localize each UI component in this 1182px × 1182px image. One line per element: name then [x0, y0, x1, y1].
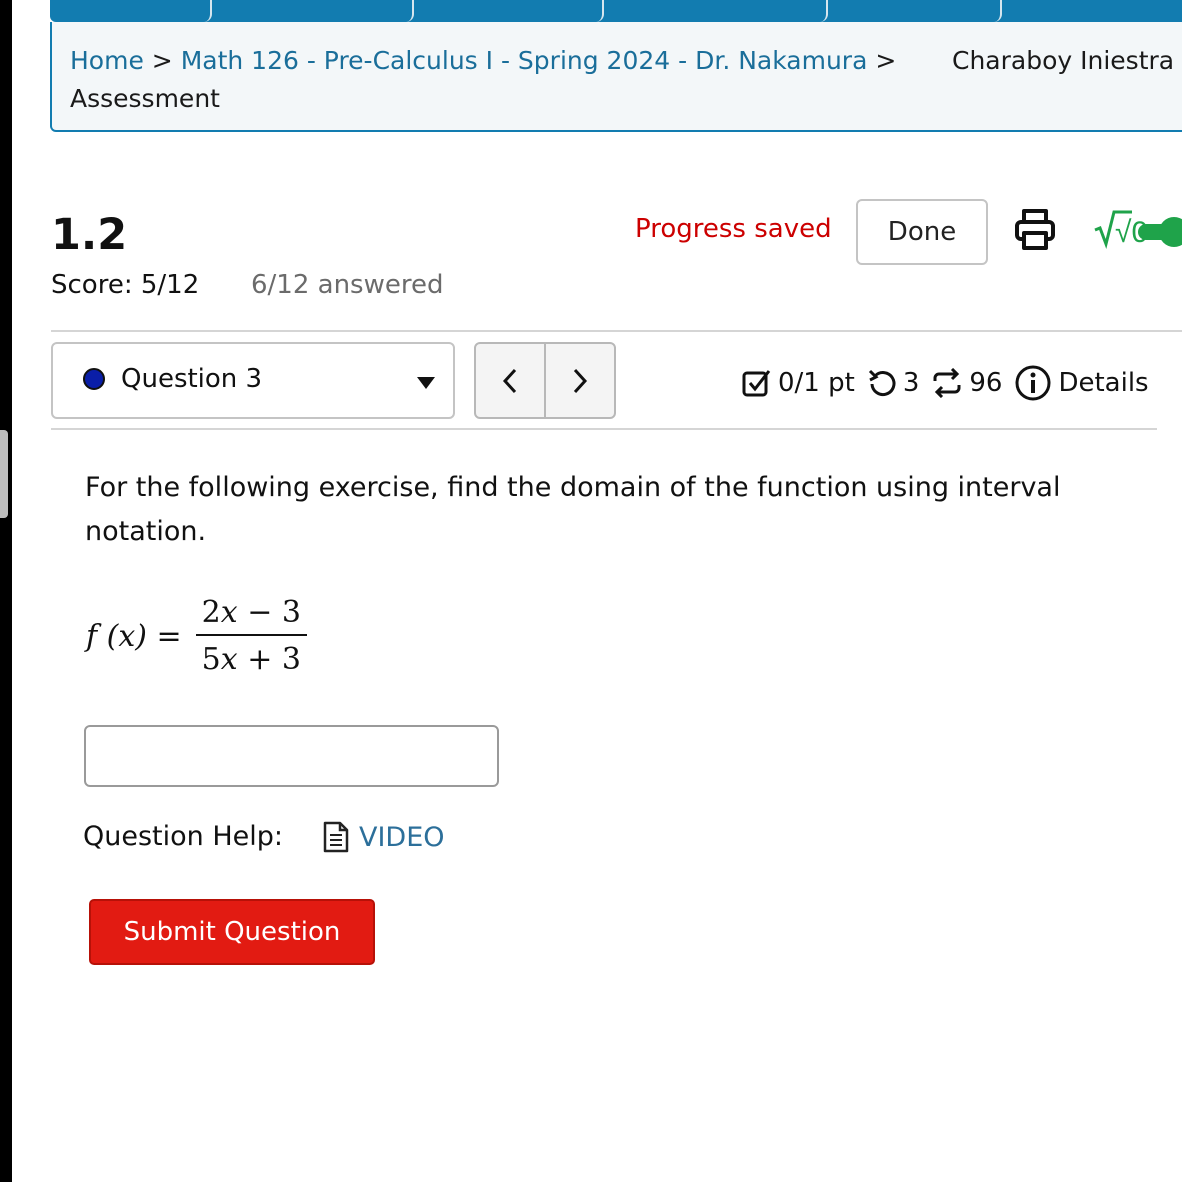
retry-icon: [868, 369, 896, 397]
math-format-toggle[interactable]: √0: [1092, 206, 1182, 260]
formula-lhs: f (x) =: [86, 618, 182, 654]
details-link[interactable]: Details: [1014, 364, 1149, 402]
function-formula: f (x) = 2x − 3 5x + 3: [86, 590, 307, 682]
question-selector-label: Question 3: [121, 364, 263, 394]
top-tab[interactable]: [604, 0, 828, 22]
chevron-right-icon: [573, 368, 588, 393]
printer-icon[interactable]: [1014, 208, 1056, 256]
document-icon: [323, 821, 349, 853]
formula-fraction: 2x − 3 5x + 3: [195, 595, 307, 677]
chevron-left-icon: [502, 368, 517, 393]
breadcrumb-course-link[interactable]: Math 126 - Pre-Calculus I - Spring 2024 …: [181, 46, 868, 75]
points-text: 0/1 pt: [778, 368, 855, 398]
header-divider: [51, 330, 1182, 332]
question-status-dot: [83, 368, 105, 390]
top-tab[interactable]: [414, 0, 604, 22]
breadcrumb-home-link[interactable]: Home: [70, 46, 144, 75]
user-name[interactable]: Charaboy Iniestra: [952, 42, 1174, 80]
retries-count: 3: [902, 368, 920, 398]
breadcrumb-trail: Home > Math 126 - Pre-Calculus I - Sprin…: [70, 42, 930, 118]
top-tab[interactable]: [50, 0, 212, 22]
breadcrumb: Home > Math 126 - Pre-Calculus I - Sprin…: [50, 22, 1182, 132]
video-help-link[interactable]: VIDEO: [323, 821, 445, 853]
question-divider: [51, 428, 1157, 430]
question-help-label: Question Help:: [83, 821, 283, 852]
attempts-count: 96: [969, 368, 1003, 398]
video-link-label: VIDEO: [359, 821, 445, 853]
points-indicator: 0/1 pt: [742, 368, 855, 398]
question-prompt: For the following exercise, find the dom…: [85, 472, 1061, 547]
question-meta: 0/1 pt 3 96 Details: [742, 362, 1161, 404]
breadcrumb-separator: >: [875, 46, 897, 75]
previous-question-button[interactable]: [476, 344, 546, 417]
caret-down-icon: [417, 377, 435, 389]
top-tab[interactable]: [212, 0, 414, 22]
details-label: Details: [1058, 368, 1149, 398]
submit-question-button[interactable]: Submit Question: [89, 899, 375, 965]
attempts-indicator: 96: [931, 368, 1002, 398]
page-viewport: Home > Math 126 - Pre-Calculus I - Sprin…: [12, 0, 1182, 1182]
page-title: 1.2: [51, 210, 128, 260]
formula-denominator: 5x + 3: [201, 642, 301, 677]
top-tab[interactable]: [828, 0, 1002, 22]
score-text: Score: 5/12: [51, 270, 200, 300]
side-edge-handle[interactable]: [0, 430, 8, 518]
breadcrumb-current: Assessment: [70, 84, 220, 113]
top-navigation-tabs: [50, 0, 1182, 22]
retries-indicator: 3: [867, 368, 920, 398]
question-selector-dropdown[interactable]: Question 3: [51, 342, 455, 419]
answer-input[interactable]: [84, 725, 499, 787]
progress-status: Progress saved: [635, 214, 832, 244]
checkbox-icon: [742, 370, 771, 397]
done-button[interactable]: Done: [856, 199, 988, 265]
breadcrumb-separator: >: [151, 46, 173, 75]
formula-numerator: 2x − 3: [195, 595, 307, 636]
repeat-icon: [933, 368, 961, 398]
next-question-button[interactable]: [546, 344, 614, 417]
question-navigation: [474, 342, 616, 419]
answered-count: 6/12 answered: [251, 270, 444, 300]
top-tab[interactable]: [1002, 0, 1182, 22]
info-icon: [1015, 365, 1051, 401]
